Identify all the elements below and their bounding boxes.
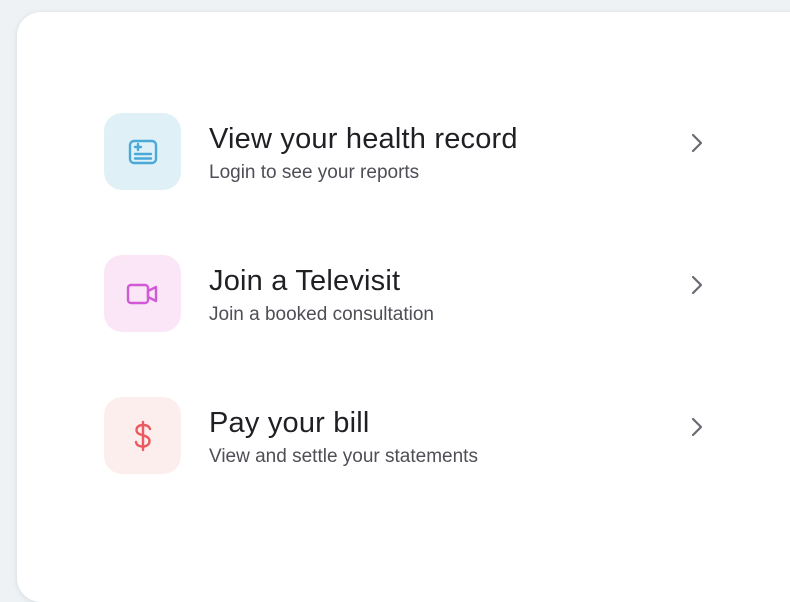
televisit-icon-tile bbox=[104, 255, 181, 332]
health-record-item[interactable]: View your health record Login to see you… bbox=[104, 112, 744, 190]
chevron-right-icon[interactable] bbox=[684, 272, 710, 298]
pay-bill-title: Pay your bill bbox=[209, 407, 370, 439]
pay-bill-icon-tile bbox=[104, 397, 181, 474]
dollar-icon bbox=[134, 420, 151, 451]
health-record-title: View your health record bbox=[209, 123, 518, 155]
actions-list: View your health record Login to see you… bbox=[104, 112, 744, 538]
televisit-title: Join a Televisit bbox=[209, 265, 401, 297]
pay-bill-text: Pay your bill View and settle your state… bbox=[209, 406, 478, 469]
health-record-icon bbox=[128, 139, 157, 164]
televisit-item[interactable]: Join a Televisit Join a booked consultat… bbox=[104, 254, 744, 332]
health-record-text: View your health record Login to see you… bbox=[209, 122, 518, 185]
televisit-subtitle: Join a booked consultation bbox=[209, 304, 434, 325]
health-record-subtitle: Login to see your reports bbox=[209, 162, 420, 183]
health-record-icon-tile bbox=[104, 113, 181, 190]
chevron-right-icon[interactable] bbox=[684, 130, 710, 156]
pay-bill-item[interactable]: Pay your bill View and settle your state… bbox=[104, 396, 744, 474]
chevron-right-icon[interactable] bbox=[684, 414, 710, 440]
televisit-text: Join a Televisit Join a booked consultat… bbox=[209, 264, 434, 327]
video-camera-icon bbox=[126, 283, 157, 304]
actions-card: View your health record Login to see you… bbox=[17, 12, 790, 602]
pay-bill-subtitle: View and settle your statements bbox=[209, 446, 478, 467]
